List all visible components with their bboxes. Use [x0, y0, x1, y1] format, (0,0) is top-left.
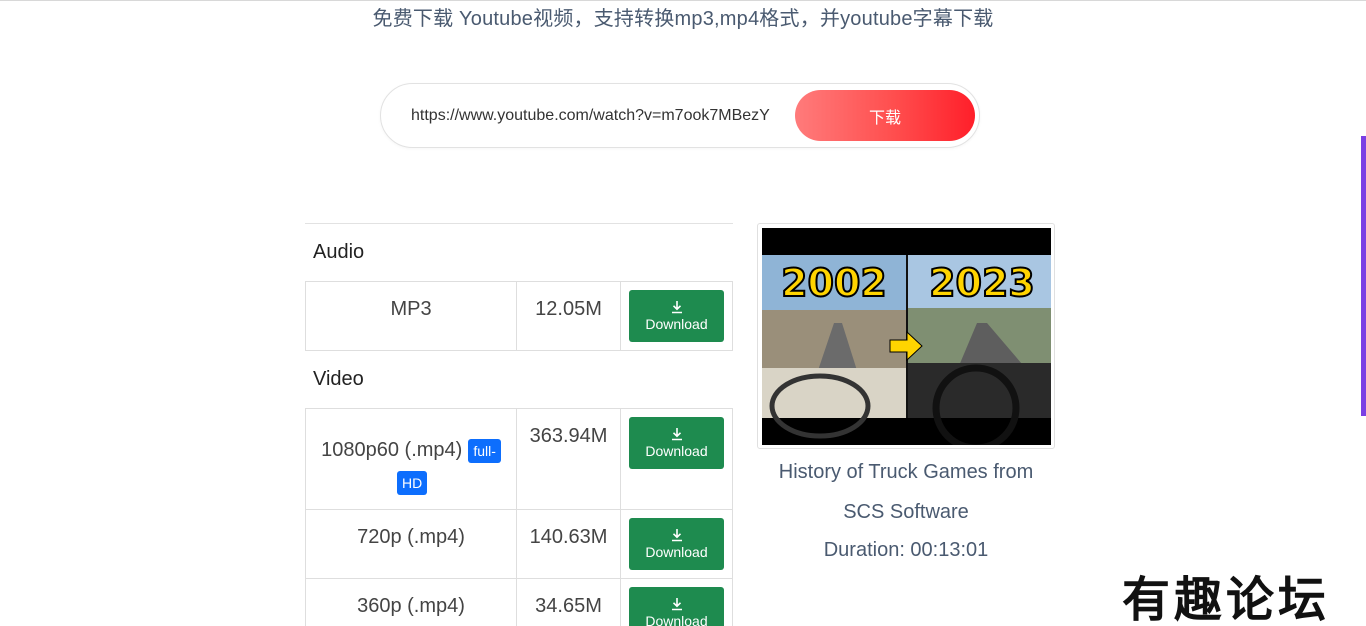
action-cell: Download: [621, 282, 732, 350]
download-icon: [671, 428, 682, 441]
format-cell: 1080p60 (.mp4) full- HD: [306, 409, 517, 509]
thumbnail-image: 2002 2023: [762, 228, 1051, 445]
format-cell: 360p (.mp4): [306, 579, 517, 626]
size-cell: 12.05M: [517, 282, 621, 350]
page: 免费下载 Youtube视频，支持转换mp3,mp4格式，并youtube字幕下…: [0, 0, 1366, 626]
table-row-video-1080p60: 1080p60 (.mp4) full- HD 363.94M Download: [305, 408, 733, 509]
table-row-video-360p: 360p (.mp4) 34.65M Download: [305, 578, 733, 626]
download-1080p60-button[interactable]: Download: [629, 417, 724, 469]
video-thumbnail-card: 2002 2023: [757, 223, 1055, 449]
download-icon: [671, 301, 682, 314]
thumbnail-year-right: 2023: [929, 261, 1035, 305]
page-subtitle: 免费下载 Youtube视频，支持转换mp3,mp4格式，并youtube字幕下…: [372, 8, 994, 30]
table-row-audio-mp3: MP3 12.05M Download: [305, 281, 733, 351]
download-label: Download: [645, 613, 708, 626]
top-divider: [0, 0, 1366, 1]
download-label: Download: [645, 544, 708, 560]
action-cell: Download: [621, 409, 732, 509]
format-text: 1080p60 (.mp4): [321, 439, 463, 461]
format-cell: 720p (.mp4): [306, 510, 517, 578]
table-row-video-720p: 720p (.mp4) 140.63M Download: [305, 509, 733, 578]
audio-section-title: Audio: [313, 241, 365, 263]
format-line: 1080p60 (.mp4) full-: [321, 439, 501, 463]
video-title: History of Truck Games from SCS Software: [757, 452, 1055, 532]
download-label: Download: [645, 443, 708, 459]
size-cell: 34.65M: [517, 579, 621, 626]
download-720p-button[interactable]: Download: [629, 518, 724, 570]
download-icon: [671, 529, 682, 542]
video-title-line2: SCS Software: [843, 501, 969, 523]
quality-badge: full-: [468, 439, 501, 463]
scroll-accent-bar[interactable]: [1361, 136, 1366, 416]
video-thumbnail: 2002 2023: [762, 228, 1051, 445]
url-input[interactable]: [411, 102, 783, 130]
download-icon: [671, 598, 682, 611]
download-table: Audio MP3 12.05M Download Video 1080p60 …: [305, 223, 733, 626]
action-cell: Download: [621, 579, 732, 626]
download-360p-button[interactable]: Download: [629, 587, 724, 626]
size-cell: 140.63M: [517, 510, 621, 578]
download-mp3-button[interactable]: Download: [629, 290, 724, 342]
action-cell: Download: [621, 510, 732, 578]
quality-badge-continued: HD: [397, 471, 428, 495]
thumbnail-year-left: 2002: [781, 261, 887, 305]
download-label: Download: [645, 316, 708, 332]
search-bar: 下载: [380, 83, 980, 148]
video-section-title: Video: [313, 368, 364, 390]
format-cell: MP3: [306, 282, 517, 350]
video-title-line1: History of Truck Games from: [778, 461, 1034, 483]
site-watermark: 有趣论坛: [1122, 572, 1331, 626]
download-submit-button[interactable]: 下载: [795, 90, 975, 141]
size-cell: 363.94M: [517, 409, 621, 509]
video-duration: Duration: 00:13:01: [823, 539, 989, 561]
